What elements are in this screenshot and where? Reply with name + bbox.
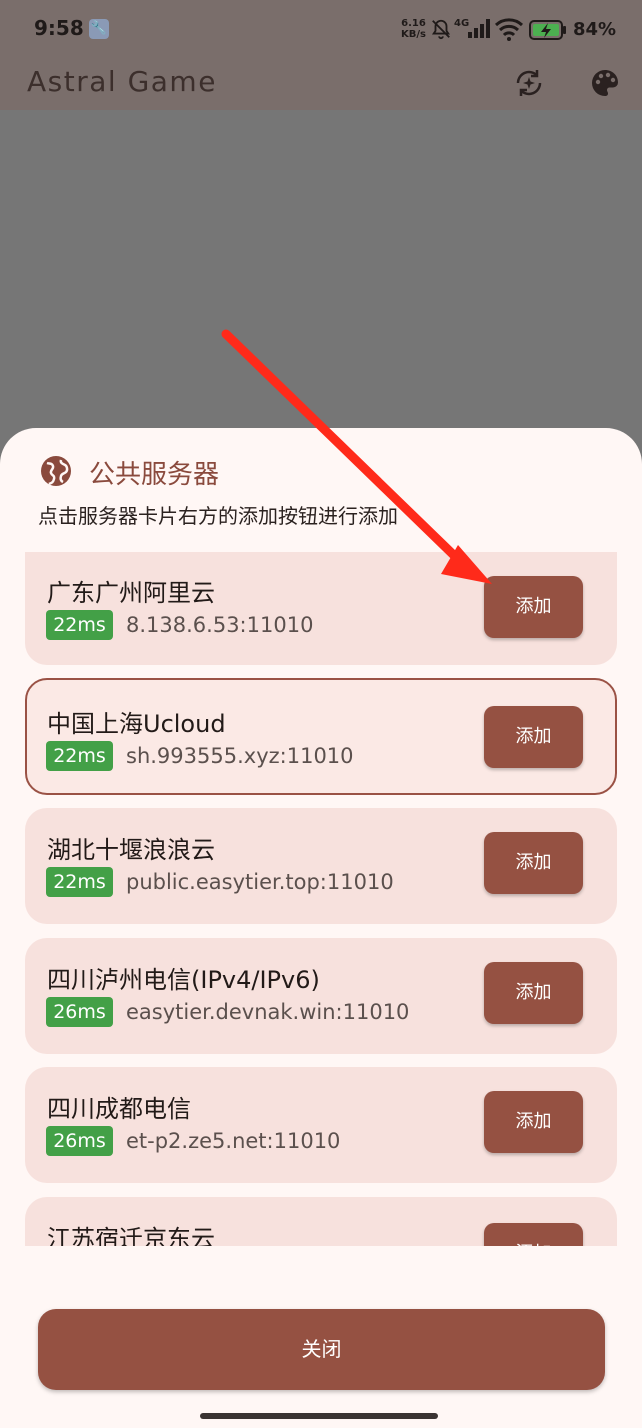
add-server-button[interactable]: 添加 <box>484 706 583 768</box>
battery-charging-icon <box>529 20 566 40</box>
latency-badge: 22ms <box>46 610 113 640</box>
svg-text:4G: 4G <box>454 18 469 29</box>
server-list[interactable]: 广东广州阿里云 22ms 8.138.6.53:11010 添加 中国上海Ucl… <box>0 552 642 1246</box>
add-server-button[interactable]: 添加 <box>484 1091 583 1153</box>
globe-icon <box>41 456 71 486</box>
server-address: 8.138.6.53:11010 <box>126 613 314 637</box>
bell-off-icon <box>431 19 451 40</box>
add-server-button[interactable]: 添加 <box>484 576 583 638</box>
signal-4g-icon: 4G <box>454 18 490 38</box>
server-card[interactable]: 四川泸州电信(IPv4/IPv6) 26ms easytier.devnak.w… <box>25 938 617 1054</box>
close-button[interactable]: 关闭 <box>38 1309 605 1390</box>
server-card[interactable]: 湖北十堰浪浪云 22ms public.easytier.top:11010 添… <box>25 808 617 924</box>
wrench-icon: 🔧 <box>89 19 109 39</box>
sync-sparkle-icon[interactable] <box>512 66 546 100</box>
server-card[interactable]: 中国上海Ucloud 22ms sh.993555.xyz:11010 添加 <box>25 678 617 795</box>
server-address: sh.993555.xyz:11010 <box>126 744 354 768</box>
sheet-subtitle: 点击服务器卡片右方的添加按钮进行添加 <box>38 504 398 528</box>
latency-badge: 26ms <box>46 997 113 1027</box>
latency-badge: 22ms <box>46 741 113 771</box>
status-bar: 9:58 🔧 6.16 KB/s 4G 84% <box>0 0 642 56</box>
server-address: easytier.devnak.win:11010 <box>126 1000 410 1024</box>
public-servers-sheet: 公共服务器 点击服务器卡片右方的添加按钮进行添加 广东广州阿里云 22ms 8.… <box>0 428 642 1428</box>
server-card[interactable]: 广东广州阿里云 22ms 8.138.6.53:11010 添加 <box>25 552 617 665</box>
app-bar: Astral Game <box>0 56 642 110</box>
add-server-button[interactable]: 添加 <box>484 962 583 1024</box>
battery-percent: 84% <box>573 19 617 40</box>
server-name: 四川泸州电信(IPv4/IPv6) <box>47 966 320 994</box>
server-name: 四川成都电信 <box>47 1095 191 1123</box>
server-card[interactable]: 江苏宿迁京东云 添加 <box>25 1197 617 1246</box>
latency-badge: 22ms <box>46 867 113 897</box>
wifi-icon <box>494 18 524 41</box>
server-name: 江苏宿迁京东云 <box>47 1225 215 1246</box>
home-indicator[interactable] <box>200 1413 438 1419</box>
sheet-title: 公共服务器 <box>89 460 220 490</box>
server-name: 广东广州阿里云 <box>47 579 215 607</box>
latency-badge: 26ms <box>46 1126 113 1156</box>
server-card[interactable]: 四川成都电信 26ms et-p2.ze5.net:11010 添加 <box>25 1067 617 1183</box>
app-title: Astral Game <box>27 65 217 98</box>
status-time: 9:58 <box>34 16 84 40</box>
server-address: et-p2.ze5.net:11010 <box>126 1129 341 1153</box>
add-server-button[interactable]: 添加 <box>484 832 583 894</box>
network-speed: 6.16 KB/s <box>401 18 426 40</box>
server-address: public.easytier.top:11010 <box>126 870 394 894</box>
network-speed-unit: KB/s <box>401 29 426 40</box>
server-name: 湖北十堰浪浪云 <box>47 836 215 864</box>
add-server-button[interactable]: 添加 <box>484 1223 583 1246</box>
network-speed-value: 6.16 <box>401 18 426 29</box>
palette-icon[interactable] <box>588 66 622 100</box>
server-name: 中国上海Ucloud <box>47 710 226 738</box>
